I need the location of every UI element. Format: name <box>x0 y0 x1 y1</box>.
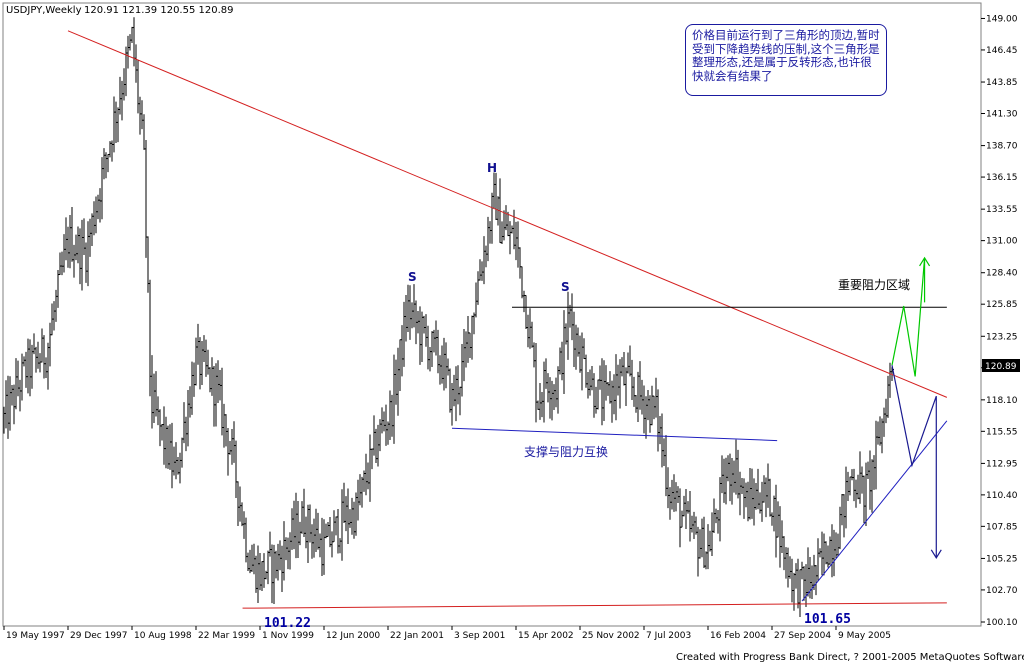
y-tick-label: 112.95 <box>986 459 1018 469</box>
x-tick-label: 9 May 2005 <box>838 631 891 641</box>
x-tick-label: 22 Mar 1999 <box>198 631 255 641</box>
x-tick-label: 7 Jul 2003 <box>646 631 691 641</box>
key-resistance-annotation: 重要阻力区域 <box>838 278 910 292</box>
y-tick-label: 133.55 <box>986 205 1018 215</box>
y-tick-label: 107.85 <box>986 522 1018 532</box>
y-tick-label: 128.40 <box>986 269 1018 279</box>
support-line <box>451 427 778 442</box>
x-tick-label: 19 May 1997 <box>6 631 65 641</box>
y-axis: 149.00 146.45 143.85 141.30 138.70 136.15 133.… <box>981 14 1018 628</box>
y-tick-label: 146.45 <box>986 46 1018 56</box>
left-shoulder-label: S <box>408 270 417 284</box>
trend-lines <box>67 30 948 609</box>
y-tick-label: 125.85 <box>986 300 1018 310</box>
chart-symbol-title: USDJPY,Weekly <box>6 5 82 16</box>
x-tick-label: 22 Jan 2001 <box>390 631 444 641</box>
x-tick-label: 15 Apr 2002 <box>518 631 574 641</box>
support-resistance-annotation: 支撑与阻力互换 <box>524 444 608 459</box>
footer-credit: Created with Progress Bank Direct, ? 200… <box>676 652 1024 663</box>
y-tick-label: 100.10 <box>986 618 1018 628</box>
head-label: H <box>487 161 497 175</box>
x-tick-label: 10 Aug 1998 <box>134 631 192 641</box>
x-tick-label: 1 Nov 1999 <box>262 631 314 641</box>
x-tick-label: 16 Feb 2004 <box>710 631 766 641</box>
x-tick-label: 12 Jun 2000 <box>326 631 380 641</box>
right-shoulder-label: S <box>561 280 570 294</box>
y-tick-label: 143.85 <box>986 78 1018 88</box>
chart-ohlc-readout: 120.91 121.39 120.55 120.89 <box>84 5 234 16</box>
y-tick-label: 105.25 <box>986 554 1018 564</box>
analysis-note-text: 价格目前运行到了三角形的顶边,暂时受到下降趋势线的压制,这个三角形是整理形态,还… <box>692 28 880 83</box>
bullish-projection-path <box>891 257 926 377</box>
y-tick-label: 136.15 <box>986 173 1018 183</box>
y-tick-label: 110.40 <box>986 491 1018 501</box>
y-tick-label: 102.70 <box>986 586 1018 596</box>
y-tick-label: 149.00 <box>986 14 1018 24</box>
up-trendline <box>801 420 948 602</box>
x-tick-label: 27 Sep 2004 <box>774 631 831 641</box>
ohlc-bars <box>3 17 894 618</box>
analysis-note: 价格目前运行到了三角形的顶边,暂时受到下降趋势线的压制,这个三角形是整理形态,还… <box>685 24 887 96</box>
y-tick-label: 138.70 <box>986 142 1018 152</box>
x-axis: 19 May 1997 29 Dec 1997 10 Aug 1998 22 Mar … <box>3 626 891 641</box>
x-tick-label: 29 Dec 1997 <box>70 631 128 641</box>
low-2005-label: 101.65 <box>804 612 851 627</box>
x-tick-label: 3 Sep 2001 <box>454 631 505 641</box>
y-tick-label: 123.25 <box>986 332 1018 342</box>
current-price-label: 120.89 <box>985 362 1017 372</box>
y-tick-label: 141.30 <box>986 110 1018 120</box>
bottom-line <box>242 602 947 609</box>
y-tick-label: 131.00 <box>986 237 1018 247</box>
y-tick-label: 118.10 <box>986 396 1018 406</box>
low-1999-label: 101.22 <box>264 616 311 631</box>
price-chart: USDJPY,Weekly 120.91 121.39 120.55 120.8… <box>2 2 1024 663</box>
x-tick-label: 25 Nov 2002 <box>582 631 640 641</box>
y-tick-label: 115.55 <box>986 427 1018 437</box>
